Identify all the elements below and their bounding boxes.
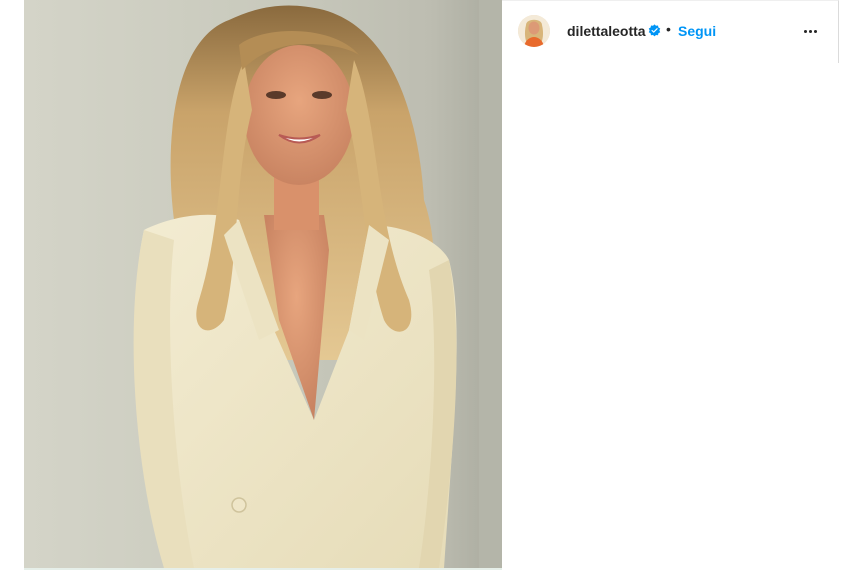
post-photo[interactable] <box>24 0 502 568</box>
verified-badge-icon <box>648 24 661 37</box>
post-sidebar: dilettaleotta • Segui <box>502 0 839 63</box>
instagram-post-embed: dilettaleotta • Segui <box>24 0 839 570</box>
post-photo-illustration <box>24 0 502 568</box>
post-header: dilettaleotta • Segui <box>502 1 837 61</box>
follow-button[interactable]: Segui <box>678 23 716 39</box>
separator-dot: • <box>666 21 671 37</box>
more-dot <box>808 29 812 33</box>
avatar-image <box>518 15 550 47</box>
more-dot <box>803 29 807 33</box>
author-username[interactable]: dilettaleotta <box>567 23 646 39</box>
more-options-icon[interactable] <box>800 23 820 39</box>
more-dot <box>813 29 817 33</box>
profile-avatar[interactable] <box>518 15 550 47</box>
